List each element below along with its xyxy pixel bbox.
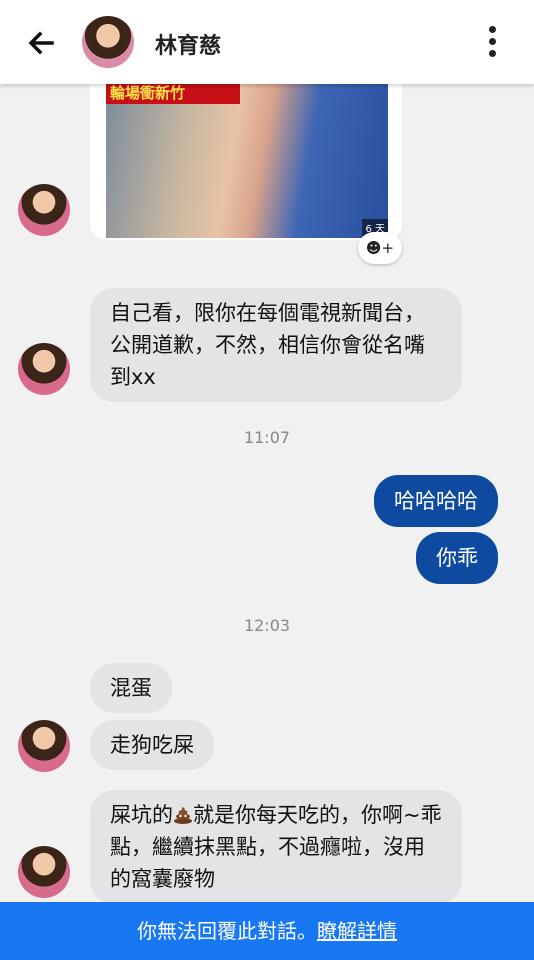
- learn-more-link[interactable]: 瞭解詳情: [317, 919, 397, 943]
- incoming-message[interactable]: 屎坑的 就是你每天吃的，你啊~乖點，繼續抹黑點，不過癮啦，沒用的窩囊廢物: [90, 790, 462, 904]
- photo-banner-text: 輪場衝新竹: [106, 82, 240, 104]
- contact-avatar[interactable]: [82, 16, 134, 68]
- outgoing-message[interactable]: 你乖: [416, 532, 498, 584]
- smiley-icon: ☻+: [365, 239, 395, 257]
- back-arrow-icon[interactable]: [26, 28, 56, 58]
- poop-emoji-icon: [174, 807, 192, 824]
- cannot-reply-banner: 你無法回覆此對話。瞭解詳情: [0, 902, 534, 960]
- more-options-icon[interactable]: [484, 26, 500, 60]
- message-text: 屎坑的: [110, 803, 173, 827]
- cannot-reply-text: 你無法回覆此對話。: [137, 919, 317, 943]
- timestamp: 11:07: [243, 428, 291, 447]
- incoming-message[interactable]: 走狗吃屎: [90, 720, 214, 770]
- shared-image-message[interactable]: 輪場衝新竹 6 天: [90, 70, 402, 240]
- conversation-header: 林育慈: [0, 0, 534, 84]
- outgoing-message[interactable]: 哈哈哈哈: [374, 475, 498, 527]
- incoming-message[interactable]: 自己看，限你在每個電視新聞台，公開道歉，不然，相信你會從名嘴到xx: [90, 288, 462, 402]
- timestamp: 12:03: [243, 616, 291, 635]
- incoming-message[interactable]: 混蛋: [90, 663, 172, 713]
- contact-name[interactable]: 林育慈: [155, 28, 221, 60]
- sender-avatar[interactable]: [18, 720, 70, 772]
- add-reaction-button[interactable]: ☻+: [358, 232, 402, 264]
- sender-avatar[interactable]: [18, 846, 70, 898]
- sender-avatar[interactable]: [18, 184, 70, 236]
- sender-avatar[interactable]: [18, 343, 70, 395]
